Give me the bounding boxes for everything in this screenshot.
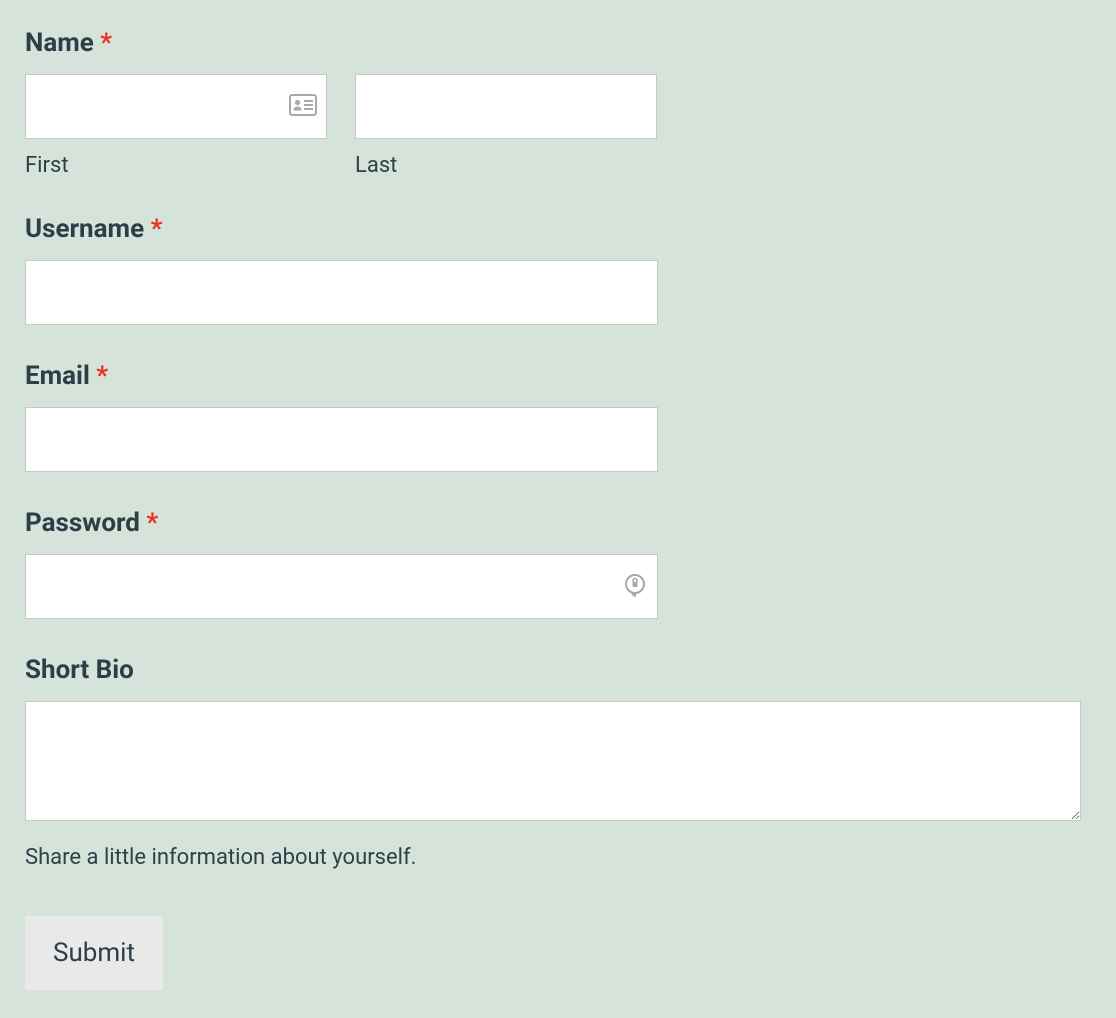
bio-textarea[interactable] [25,701,1081,821]
email-group: Email * [25,361,1091,472]
bio-hint: Share a little information about yoursel… [25,845,1091,870]
required-asterisk: * [96,361,108,391]
password-label-text: Password [25,508,140,538]
first-name-input-wrapper [25,74,327,139]
first-name-input[interactable] [25,74,327,139]
required-asterisk: * [146,508,158,538]
last-name-sublabel: Last [355,153,657,178]
username-input-wrapper [25,260,658,325]
username-label-text: Username [25,214,144,244]
password-input-wrapper [25,554,658,619]
password-label: Password * [25,508,1091,538]
bio-label-text: Short Bio [25,655,134,685]
bio-label: Short Bio [25,655,1091,685]
username-label: Username * [25,214,1091,244]
username-input[interactable] [25,260,658,325]
email-label-text: Email [25,361,90,391]
submit-button[interactable]: Submit [25,916,163,990]
name-group: Name * [25,28,1091,178]
password-input[interactable] [25,554,658,619]
name-label: Name * [25,28,1091,58]
name-row: First Last [25,74,1091,178]
email-label: Email * [25,361,1091,391]
last-name-input-wrapper [355,74,657,139]
bio-group: Short Bio Share a little information abo… [25,655,1091,870]
username-group: Username * [25,214,1091,325]
first-name-sublabel: First [25,153,327,178]
last-name-input[interactable] [355,74,657,139]
password-group: Password * [25,508,1091,619]
registration-form: Name * [25,28,1091,990]
email-input[interactable] [25,407,658,472]
email-input-wrapper [25,407,658,472]
required-asterisk: * [100,28,112,58]
required-asterisk: * [151,214,163,244]
last-name-column: Last [355,74,657,178]
name-label-text: Name [25,28,94,58]
first-name-column: First [25,74,327,178]
